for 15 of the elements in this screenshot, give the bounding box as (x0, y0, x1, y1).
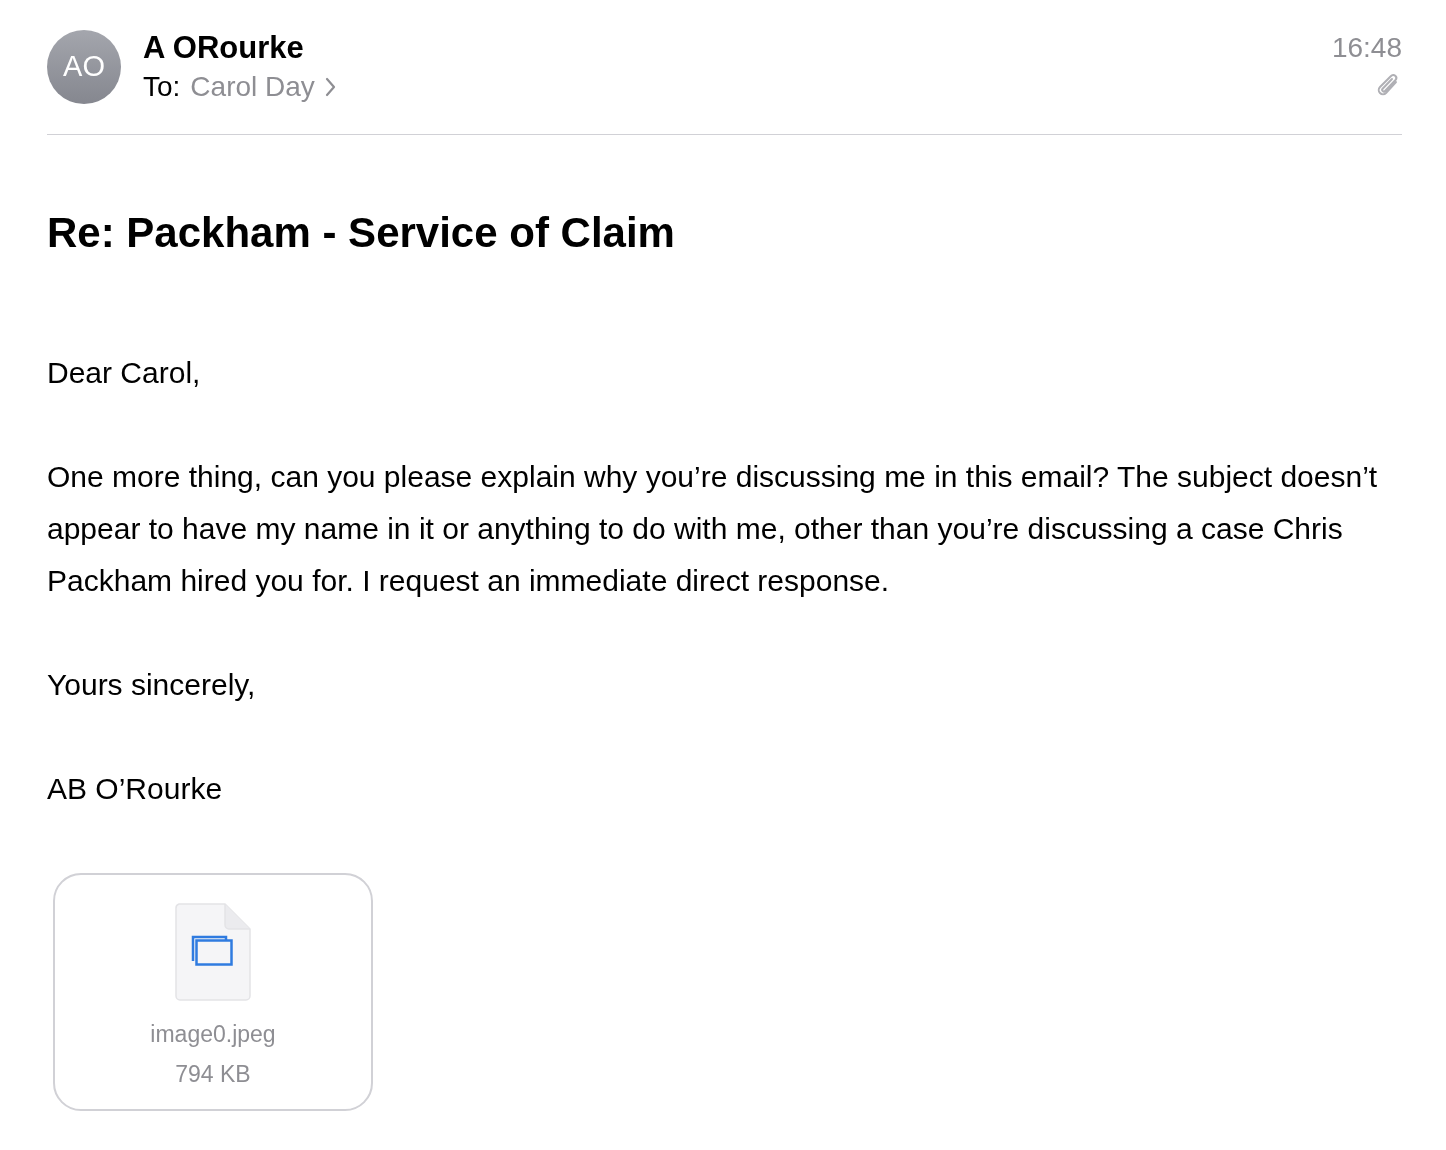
timestamp: 16:48 (1331, 31, 1402, 65)
attachment-filename: image0.jpeg (150, 1020, 276, 1049)
to-label: To: (143, 70, 181, 104)
body-paragraph: AB O’Rourke (47, 771, 224, 807)
chevron-icon (324, 77, 336, 97)
body-paragraph: Yours sincerely, (47, 667, 257, 703)
sender-name: A ORourke (143, 30, 305, 66)
attachment-card[interactable]: image0.jpeg 794 KB (53, 873, 373, 1111)
image-file-icon (175, 903, 251, 1001)
attachment-size: 794 KB (175, 1060, 251, 1089)
recipient-link[interactable]: Carol Day (190, 70, 336, 104)
avatar: AO (47, 30, 121, 104)
body-paragraph: Dear Carol, (47, 355, 202, 391)
email-subject: Re: Packham - Service of Claim (47, 208, 676, 258)
body-paragraph: One more thing, can you please explain why you’re discussing me in this email? The subject doesn’t appear to have my name in it or anything to do with me, other than you’re discussing a case Chris Packham hired you for. I request an immediate direct response. (47, 459, 1379, 599)
